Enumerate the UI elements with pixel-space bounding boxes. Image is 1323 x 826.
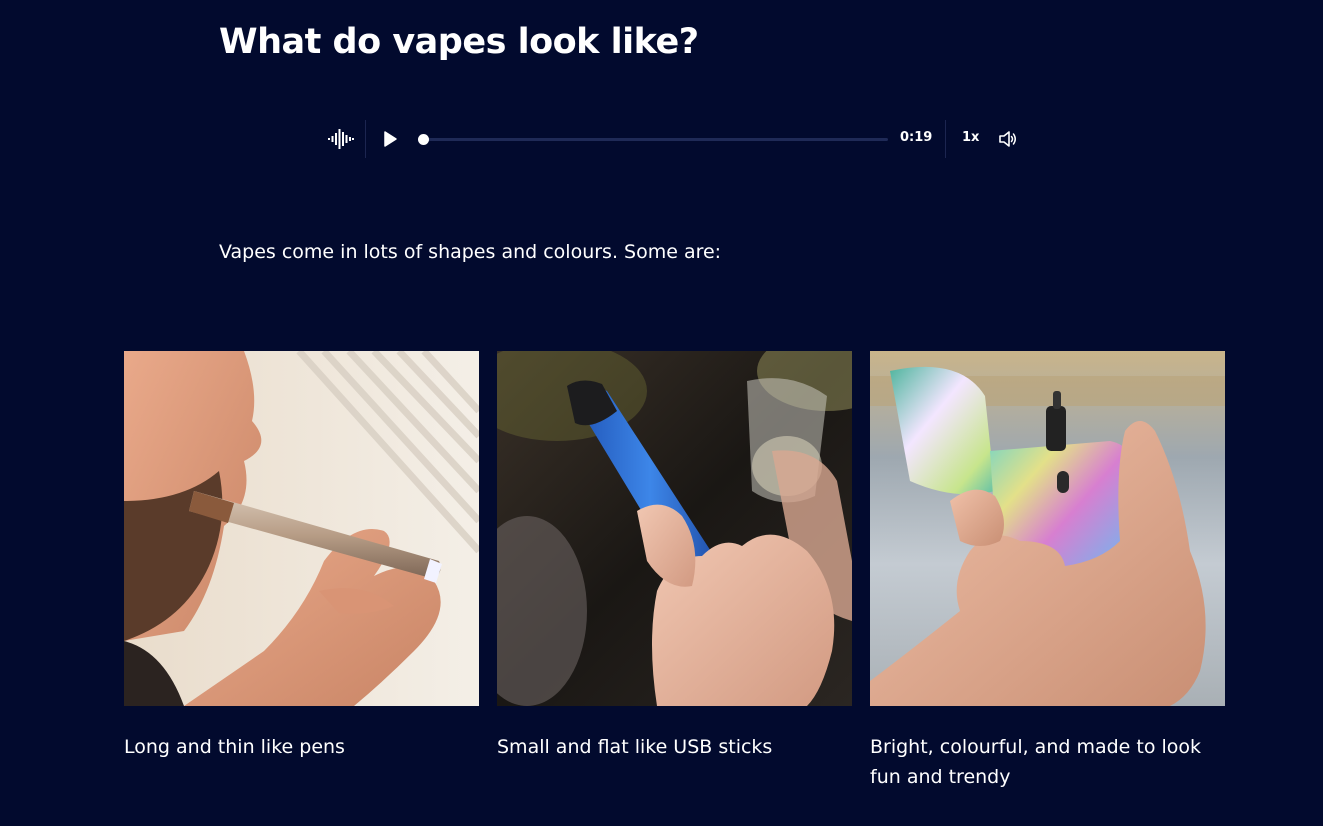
audio-duration: 0:19 xyxy=(900,130,933,145)
audio-wave-icon xyxy=(328,129,354,149)
play-button[interactable] xyxy=(380,129,400,149)
volume-icon[interactable] xyxy=(998,130,1018,148)
audio-progress-handle[interactable] xyxy=(418,134,429,145)
page: What do vapes look like? 0:19 1x Vapes c… xyxy=(0,0,1323,826)
playback-speed-button[interactable]: 1x xyxy=(962,130,979,145)
colourful-vape-photo xyxy=(870,351,1225,706)
vape-card-caption: Bright, colourful, and made to look fun … xyxy=(870,736,1202,788)
player-divider xyxy=(365,120,366,158)
page-title: What do vapes look like? xyxy=(219,22,699,62)
vape-card-caption: Small and flat like USB sticks xyxy=(497,736,773,758)
pen-vape-photo xyxy=(124,351,479,706)
intro-text: Vapes come in lots of shapes and colours… xyxy=(219,241,722,263)
player-divider xyxy=(945,120,946,158)
vape-card-usb: Small and flat like USB sticks xyxy=(497,351,852,762)
usb-vape-photo xyxy=(497,351,852,706)
vape-card-colourful: Bright, colourful, and made to look fun … xyxy=(870,351,1225,792)
audio-player: 0:19 1x xyxy=(322,118,1032,160)
vape-card-pen: Long and thin like pens xyxy=(124,351,479,762)
audio-progress-track[interactable] xyxy=(418,134,888,145)
vape-card-caption: Long and thin like pens xyxy=(124,736,345,758)
